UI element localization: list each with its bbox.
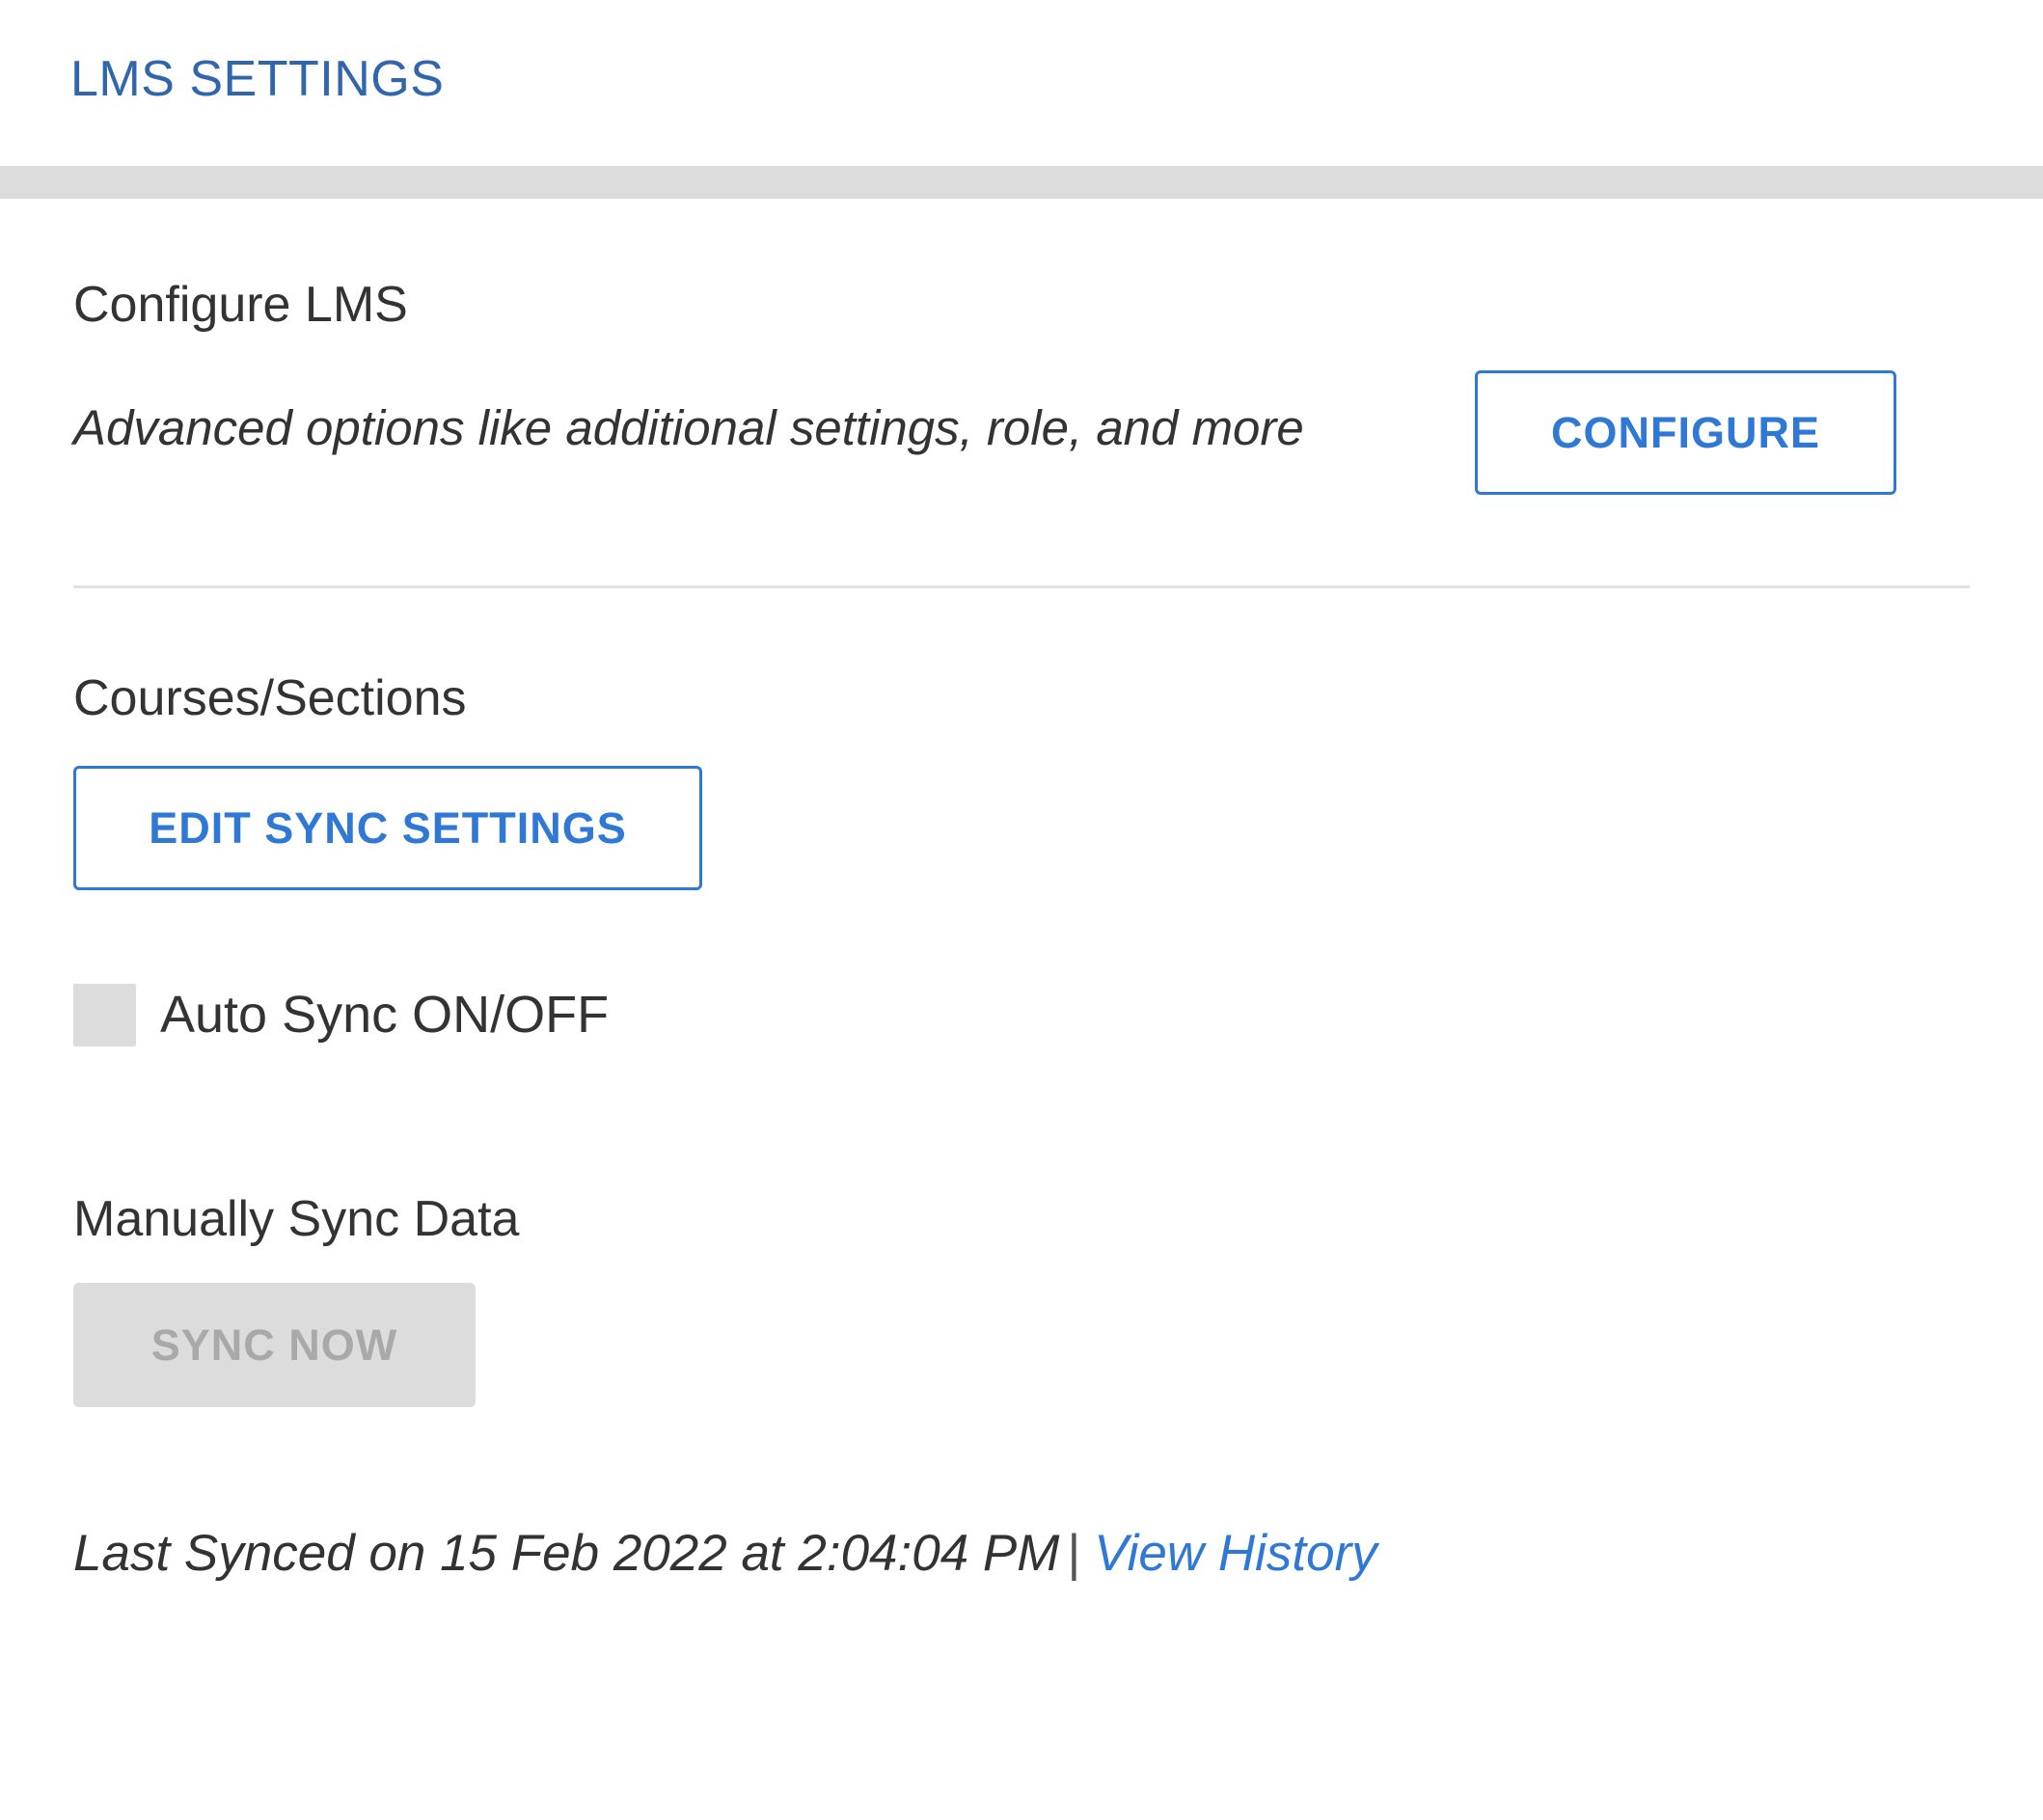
last-synced-text: Last Synced on 15 Feb 2022 at 2:04:04 PM (73, 1525, 1060, 1582)
courses-sections-label: Courses/Sections (73, 670, 467, 726)
sync-status: Last Synced on 15 Feb 2022 at 2:04:04 PM… (73, 1524, 1377, 1584)
separator: | (1067, 1525, 1081, 1582)
auto-sync-checkbox[interactable] (73, 984, 136, 1046)
view-history-link[interactable]: View History (1094, 1525, 1377, 1582)
auto-sync-label: Auto Sync ON/OFF (160, 986, 610, 1044)
page-title: LMS SETTINGS (70, 51, 445, 107)
section-divider (73, 585, 1970, 588)
manual-sync-label: Manually Sync Data (73, 1191, 520, 1247)
configure-description: Advanced options like additional setting… (73, 400, 1304, 455)
header: LMS SETTINGS (0, 0, 2043, 166)
header-divider-bar (0, 166, 2043, 199)
configure-lms-label: Configure LMS (73, 277, 408, 333)
configure-button[interactable]: CONFIGURE (1475, 370, 1896, 495)
sync-now-button: SYNC NOW (73, 1283, 476, 1407)
edit-sync-settings-button[interactable]: EDIT SYNC SETTINGS (73, 766, 702, 890)
